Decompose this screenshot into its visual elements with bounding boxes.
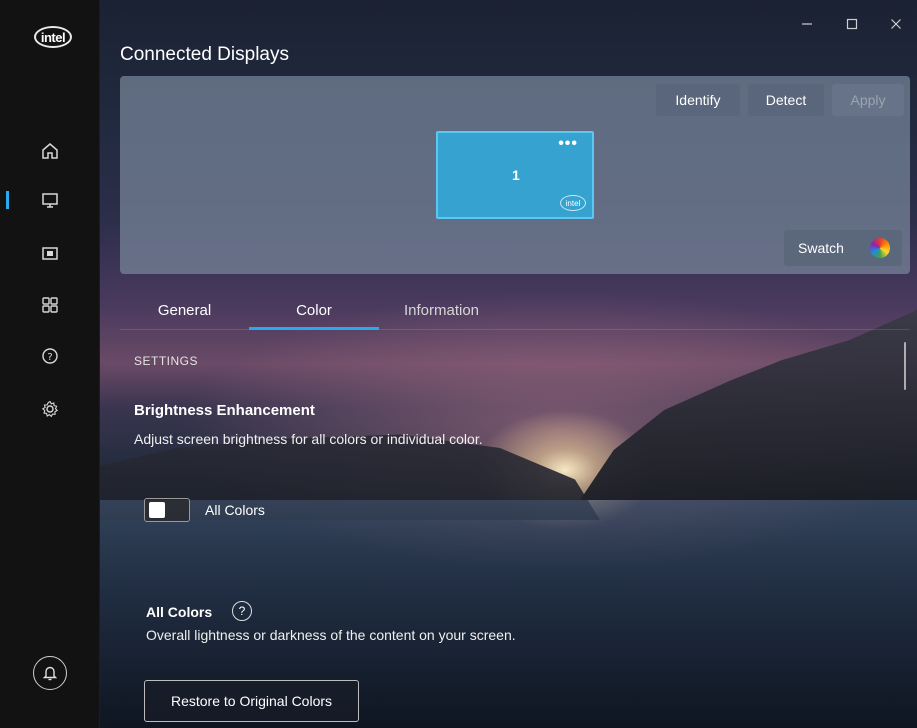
display-panel: Identify Detect Apply ••• 1 intel Swatch (120, 76, 910, 274)
bell-icon (43, 666, 57, 681)
svg-text:?: ? (47, 352, 52, 363)
help-icon: ? (42, 348, 58, 364)
sidebar-item-display[interactable] (30, 185, 70, 215)
tab-general[interactable]: General (120, 290, 249, 330)
tab-bar: General Color Information (120, 290, 910, 330)
content-scrollbar[interactable] (904, 342, 906, 390)
maximize-icon (846, 18, 858, 30)
all-colors-help-icon[interactable]: ? (232, 601, 252, 621)
all-colors-toggle-label: All Colors (205, 502, 265, 518)
sidebar: intel ? (0, 0, 100, 728)
page-title: Connected Displays (120, 44, 289, 65)
section-label-settings: SETTINGS (134, 354, 199, 368)
sidebar-item-settings[interactable] (30, 394, 70, 424)
home-icon (42, 143, 58, 159)
monitor-intel-logo: intel (560, 195, 586, 211)
maximize-button[interactable] (840, 12, 864, 36)
notifications-button[interactable] (33, 656, 67, 690)
swatch-label: Swatch (798, 240, 844, 256)
all-colors-heading: All Colors (146, 604, 213, 620)
swatch-button[interactable]: Swatch (784, 230, 902, 266)
brightness-enhancement-description: Adjust screen brightness for all colors … (134, 431, 483, 447)
color-wheel-icon (870, 238, 890, 258)
close-icon (891, 19, 901, 29)
active-tab-indicator (249, 327, 379, 330)
monitor-menu-icon[interactable]: ••• (558, 135, 578, 153)
sidebar-item-apps[interactable] (30, 290, 70, 320)
brightness-enhancement-heading: Brightness Enhancement (134, 402, 315, 419)
sidebar-item-video[interactable] (30, 238, 70, 268)
restore-original-colors-button[interactable]: Restore to Original Colors (144, 680, 359, 722)
detect-button[interactable]: Detect (748, 84, 824, 116)
tab-color[interactable]: Color (249, 290, 379, 330)
sidebar-active-indicator (6, 191, 9, 209)
all-colors-description: Overall lightness or darkness of the con… (146, 627, 516, 643)
minimize-icon (802, 23, 812, 25)
grid-icon (42, 297, 58, 313)
gear-icon (41, 400, 59, 418)
all-colors-toggle[interactable] (144, 498, 190, 522)
toggle-knob (149, 502, 165, 518)
close-button[interactable] (884, 12, 908, 36)
apply-button[interactable]: Apply (832, 84, 904, 116)
sidebar-item-home[interactable] (30, 136, 70, 166)
monitor-tile-1[interactable]: ••• 1 intel (436, 131, 594, 219)
sidebar-item-help[interactable]: ? (30, 341, 70, 371)
monitor-number: 1 (512, 167, 520, 183)
tab-information[interactable]: Information (379, 290, 504, 330)
monitor-icon (42, 193, 58, 208)
identify-button[interactable]: Identify (656, 84, 740, 116)
intel-logo: intel (34, 26, 72, 48)
minimize-button[interactable] (795, 12, 819, 36)
video-icon (42, 247, 58, 260)
